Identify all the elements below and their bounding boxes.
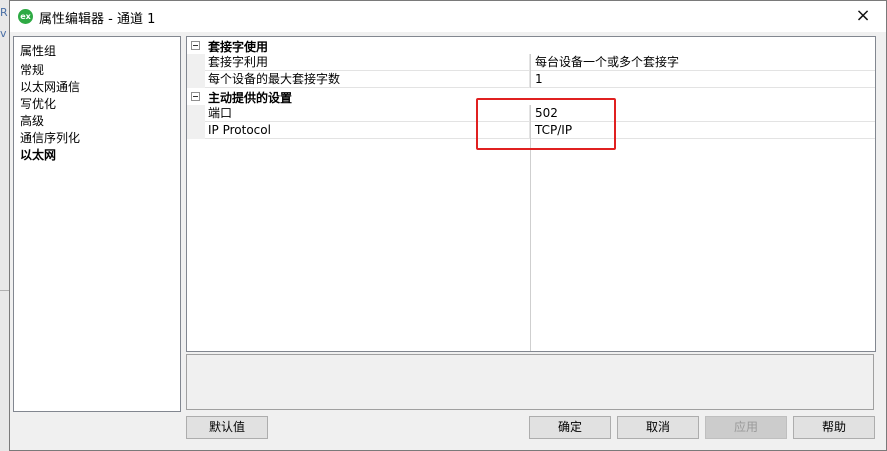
property-grid: 套接字使用 套接字利用 每台设备一个或多个套接字 每个设备的最大套接字数 1 主… [186,36,876,352]
property-group-item-write-optimization[interactable]: 写优化 [20,96,80,113]
property-editor-dialog: ex 属性编辑器 - 通道 1 × 属性组 常规 以太网通信 写优化 高级 通信… [9,0,887,451]
property-group-item-ethernet[interactable]: 以太网 [20,147,80,164]
default-values-button[interactable]: 默认值 [186,416,268,439]
close-button[interactable]: × [840,1,886,32]
property-name: 套接字利用 [205,54,530,71]
property-group-row[interactable]: 套接字使用 [187,37,875,54]
property-group-row[interactable]: 主动提供的设置 [187,88,875,105]
property-group-list: 常规 以太网通信 写优化 高级 通信序列化 以太网 [20,62,80,164]
property-name: 端口 [205,105,530,122]
property-value[interactable]: 1 [531,71,875,88]
property-group-item-advanced[interactable]: 高级 [20,113,80,130]
property-value[interactable]: TCP/IP [531,122,875,139]
property-group-tree: 属性组 常规 以太网通信 写优化 高级 通信序列化 以太网 [13,36,181,412]
background-glyph: R [0,6,8,19]
property-row[interactable]: 端口 502 [187,105,875,122]
collapse-icon[interactable] [191,41,200,50]
title-bar[interactable]: ex 属性编辑器 - 通道 1 × [10,1,886,32]
property-value[interactable]: 502 [531,105,875,122]
property-group-header: 属性组 [20,44,57,58]
property-group-item-ethernet-communication[interactable]: 以太网通信 [20,79,80,96]
collapse-icon[interactable] [191,92,200,101]
property-group-item-general[interactable]: 常规 [20,62,80,79]
property-row[interactable]: IP Protocol TCP/IP [187,122,875,139]
app-icon: ex [18,9,33,24]
apply-button[interactable]: 应用 [705,416,787,439]
property-value[interactable]: 每台设备一个或多个套接字 [531,54,875,71]
help-button[interactable]: 帮助 [793,416,875,439]
property-name: IP Protocol [205,122,530,139]
property-group-title: 主动提供的设置 [208,91,293,105]
property-row[interactable]: 每个设备的最大套接字数 1 [187,71,875,88]
property-name: 每个设备的最大套接字数 [205,71,530,88]
property-description-panel [186,354,874,410]
property-row[interactable]: 套接字利用 每台设备一个或多个套接字 [187,54,875,71]
window-title: 属性编辑器 - 通道 1 [39,12,156,27]
background-glyph: v [0,27,7,40]
property-group-item-communication-serialization[interactable]: 通信序列化 [20,130,80,147]
ok-button[interactable]: 确定 [529,416,611,439]
cancel-button[interactable]: 取消 [617,416,699,439]
property-group-title: 套接字使用 [208,40,269,54]
